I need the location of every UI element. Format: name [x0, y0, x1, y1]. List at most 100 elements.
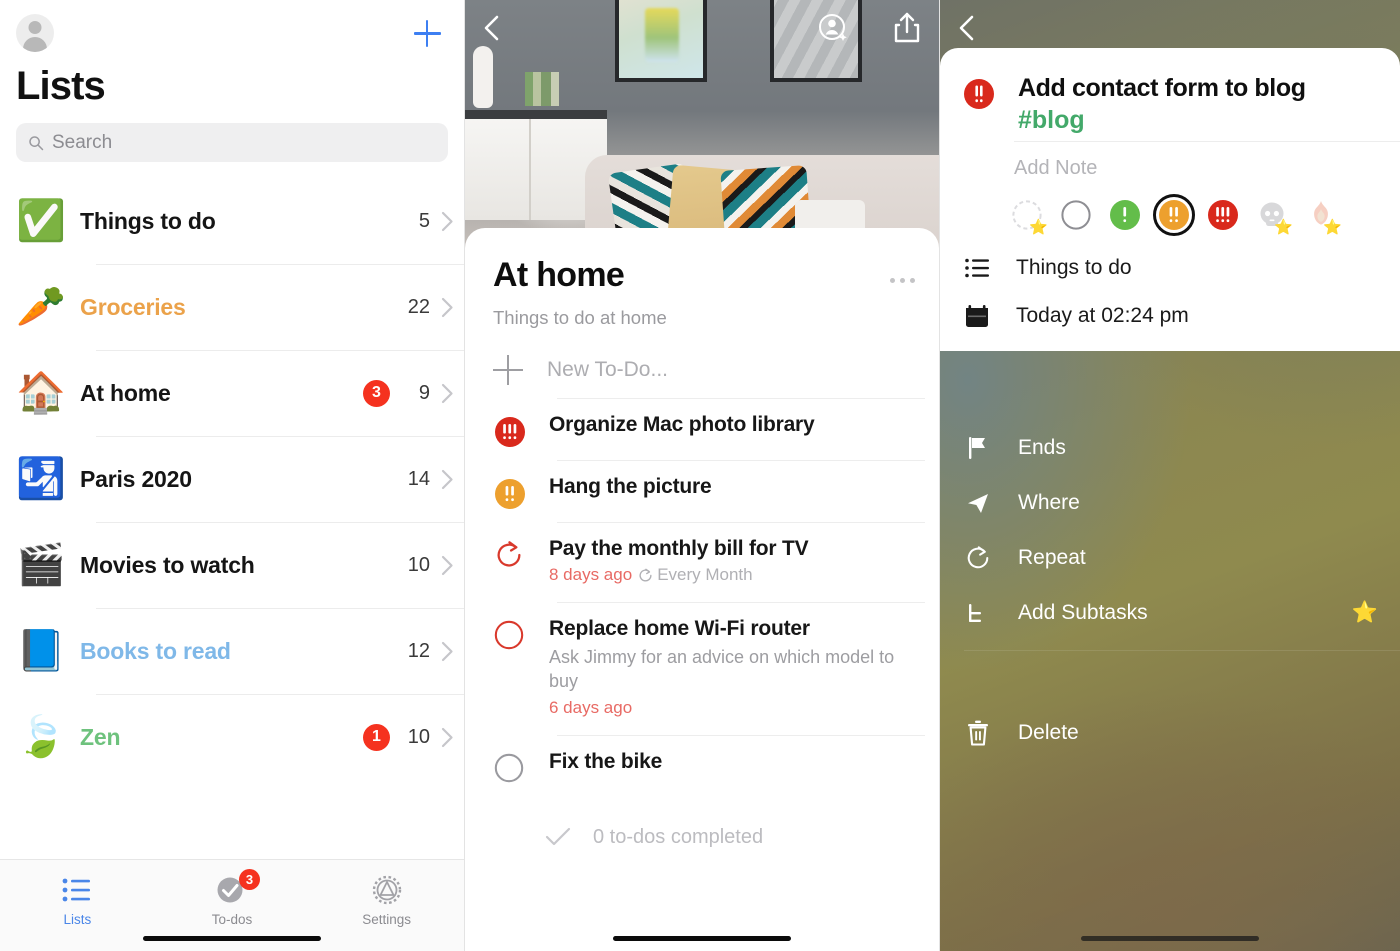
list-item-count: 14 — [407, 467, 430, 490]
calendar-icon — [962, 304, 992, 329]
option-add-subtasks[interactable]: Add Subtasks ⭐ — [940, 585, 1400, 640]
star-icon: ⭐ — [1029, 218, 1048, 236]
share-icon[interactable] — [893, 12, 921, 44]
todo-row[interactable]: Replace home Wi-Fi router Ask Jimmy for a… — [479, 589, 925, 736]
priority-none-starred-icon[interactable]: ⭐ — [1010, 198, 1048, 235]
todo-title: Pay the monthly bill for TV — [549, 537, 809, 560]
todo-meta: 6 days ago — [549, 698, 925, 718]
option-label: Where — [1018, 490, 1080, 514]
task-title: Add contact form to blog — [1018, 74, 1306, 102]
search-icon — [29, 135, 44, 150]
search-input[interactable]: Search — [16, 123, 448, 162]
priority-medium-icon[interactable] — [493, 477, 525, 509]
tab-label: Settings — [362, 912, 412, 927]
priority-none-icon[interactable] — [1059, 198, 1093, 232]
list-item-label: Books to read — [80, 637, 231, 664]
list-item[interactable]: 🏠 At home 3 9 — [16, 350, 464, 436]
priority-high-icon[interactable] — [1206, 198, 1240, 232]
priority-fire-icon[interactable]: ⭐ — [1304, 198, 1342, 235]
premium-star-icon: ⭐ — [1351, 600, 1378, 624]
todo-row[interactable]: Hang the picture — [479, 447, 925, 523]
todo-note: Ask Jimmy for an advice on which model t… — [549, 647, 895, 692]
list-item-emoji: 🎬 — [16, 543, 66, 587]
list-item[interactable]: 🥕 Groceries 22 — [16, 264, 464, 350]
add-list-button[interactable] — [410, 16, 444, 50]
priority-high-icon[interactable] — [962, 77, 996, 116]
list-title: At home — [493, 256, 625, 294]
add-person-icon[interactable] — [817, 11, 851, 45]
check-circle-icon: 3 — [216, 869, 260, 906]
plus-icon — [493, 355, 523, 385]
chevron-right-icon — [430, 555, 464, 576]
lists-panel: Lists Search ✅ Things to do 5 🥕 Groceries 22 🏠… — [0, 0, 465, 951]
tab-badge: 3 — [239, 869, 260, 890]
search-placeholder: Search — [52, 131, 113, 153]
chevron-right-icon — [430, 211, 464, 232]
detail-header-actions — [817, 11, 921, 45]
chevron-right-icon — [430, 383, 464, 404]
list-item-count: 22 — [407, 295, 430, 318]
option-delete[interactable]: Delete — [940, 705, 1400, 760]
todo-title: Fix the bike — [549, 749, 663, 773]
list-item-label: Zen — [80, 723, 121, 750]
list-detail-panel: At home Things to do at home New To-Do..… — [465, 0, 940, 951]
todo-row[interactable]: Organize Mac photo library — [479, 385, 925, 461]
list-item[interactable]: 📘 Books to read 12 — [16, 608, 464, 694]
search-wrap: Search — [0, 123, 464, 178]
list-item-emoji: 🛂 — [16, 457, 66, 501]
list-title-row: At home — [479, 228, 925, 295]
more-dots-icon[interactable] — [890, 256, 915, 283]
repeat-icon[interactable] — [493, 539, 525, 571]
divider — [964, 650, 1400, 651]
option-label: Ends — [1018, 435, 1066, 459]
todo-title: Organize Mac photo library — [549, 413, 815, 436]
add-note-field[interactable]: Add Note — [940, 135, 1400, 180]
todo-repeat: Every Month — [638, 565, 753, 585]
list-item[interactable]: 🍃 Zen 1 10 — [16, 694, 464, 780]
user-avatar[interactable] — [16, 14, 54, 52]
task-tag[interactable]: #blog — [1018, 106, 1306, 135]
todo-body: Pay the monthly bill for TV 8 days ago Eve… — [549, 537, 925, 589]
list-item-count: 10 — [407, 553, 430, 576]
list-item[interactable]: ✅ Things to do 5 — [16, 178, 464, 264]
tab-lists[interactable]: Lists — [0, 874, 155, 927]
priority-high-icon[interactable] — [493, 415, 525, 447]
lists-collection: ✅ Things to do 5 🥕 Groceries 22 🏠 At home 3 9 🛂 Par… — [0, 178, 464, 859]
priority-medium-icon[interactable] — [1153, 193, 1195, 236]
todo-row[interactable]: Pay the monthly bill for TV 8 days ago Eve… — [479, 509, 925, 603]
priority-skull-icon[interactable]: ⭐ — [1255, 198, 1293, 235]
chevron-left-icon[interactable] — [479, 13, 505, 43]
tab-settings[interactable]: Settings — [309, 874, 464, 927]
task-list-name: Things to do — [1016, 255, 1132, 279]
star-icon: ⭐ — [1323, 218, 1342, 236]
list-item-label: Movies to watch — [80, 551, 255, 578]
list-item[interactable]: 🛂 Paris 2020 14 — [16, 436, 464, 522]
list-item-emoji: ✅ — [16, 199, 66, 243]
home-indicator — [143, 936, 321, 941]
task-header — [940, 0, 980, 56]
flag-icon — [964, 435, 992, 461]
todo-row[interactable]: Fix the bike — [479, 722, 925, 784]
list-item-count: 12 — [407, 639, 430, 662]
priority-selector: ⭐ ⭐ ⭐ — [940, 180, 1400, 236]
circle-gray-icon[interactable] — [493, 752, 525, 784]
task-date-row[interactable]: Today at 02:24 pm — [940, 280, 1400, 329]
chevron-left-icon[interactable] — [954, 13, 980, 43]
option-where[interactable]: Where — [940, 475, 1400, 530]
task-card: Add contact form to blog #blog Add Note … — [940, 48, 1400, 351]
option-label: Add Subtasks — [1018, 600, 1148, 624]
tab-to-dos[interactable]: 3 To-dos — [155, 869, 310, 927]
detail-header — [465, 0, 939, 56]
task-list-row[interactable]: Things to do — [940, 232, 1400, 280]
new-todo-input[interactable]: New To-Do... — [479, 329, 925, 399]
list-item-label: Groceries — [80, 293, 186, 320]
list-item[interactable]: 🎬 Movies to watch 10 — [16, 522, 464, 608]
list-item-badge: 1 — [363, 723, 390, 751]
option-ends[interactable]: Ends — [940, 420, 1400, 475]
circle-red-icon[interactable] — [493, 619, 525, 651]
priority-low-icon[interactable] — [1108, 198, 1142, 232]
option-repeat[interactable]: Repeat — [940, 530, 1400, 585]
task-options: Ends Where Repeat Add Subtasks ⭐ Delete — [940, 420, 1400, 760]
chevron-right-icon — [430, 469, 464, 490]
